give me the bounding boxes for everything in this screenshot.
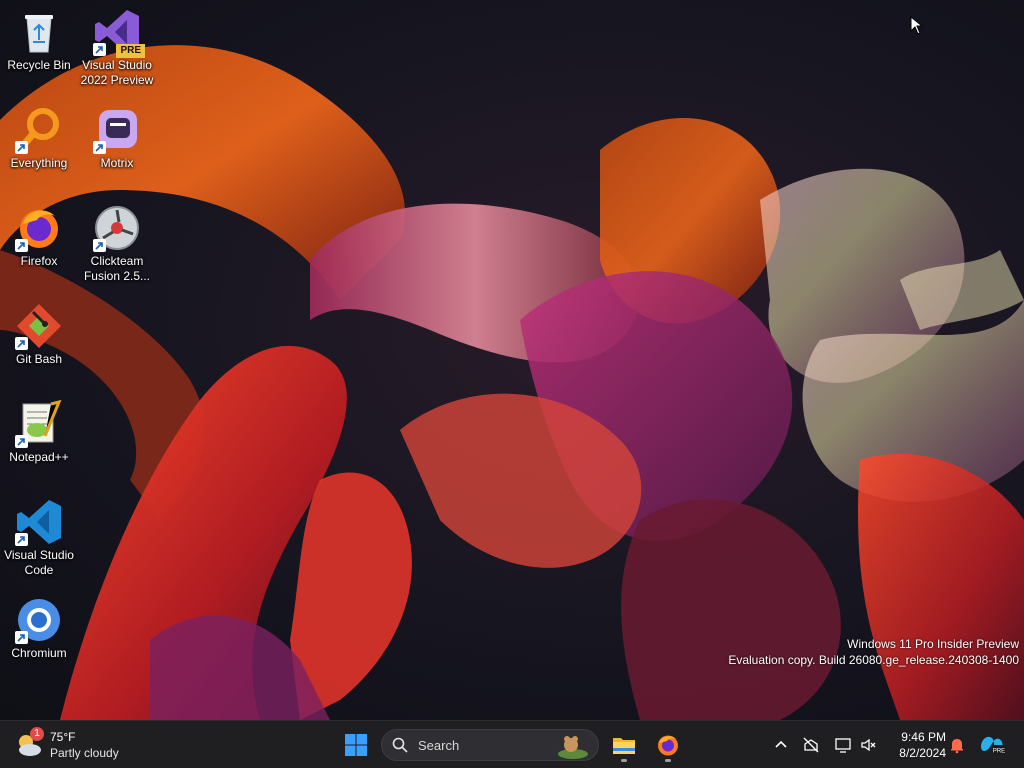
desktop-icon-label: Git Bash xyxy=(15,352,63,366)
shortcut-arrow-icon xyxy=(15,435,28,448)
taskbar-firefox[interactable] xyxy=(650,727,686,763)
display-tray-button[interactable] xyxy=(832,733,854,757)
desktop-icon-label: Everything xyxy=(10,156,68,170)
clock-date: 8/2/2024 xyxy=(899,746,946,760)
pre-badge: PRE xyxy=(116,44,145,58)
watermark-line-1: Windows 11 Pro Insider Preview xyxy=(847,637,1019,651)
shortcut-arrow-icon xyxy=(15,533,28,546)
running-indicator xyxy=(665,759,671,762)
copilot-button[interactable]: PRE xyxy=(978,733,1008,757)
desktop-icon-label: Recycle Bin xyxy=(7,58,71,72)
desktop-icon-firefox[interactable]: Firefox xyxy=(0,204,78,269)
desktop-icon-chromium[interactable]: Chromium xyxy=(0,596,78,661)
chevron-up-icon xyxy=(775,740,787,748)
weather-notification-badge: 1 xyxy=(30,727,44,741)
search-label: Search xyxy=(418,738,460,753)
weather-condition: Partly cloudy xyxy=(50,746,119,760)
shortcut-arrow-icon xyxy=(93,239,106,252)
desktop-icon-notepad-plus-plus[interactable]: Notepad++ xyxy=(0,399,78,465)
copilot-icon: PRE xyxy=(981,736,1006,755)
firefox-icon xyxy=(15,204,63,252)
visual-studio-preview-icon: PRE xyxy=(93,8,145,58)
motrix-icon xyxy=(93,106,141,154)
weather-temperature: 75°F xyxy=(50,730,76,744)
desktop-icon-clickteam-fusion[interactable]: Clickteam Fusion 2.5... xyxy=(78,204,156,284)
notepad-plus-plus-icon xyxy=(15,399,63,448)
firefox-icon xyxy=(658,735,678,756)
desktop-icon-label: Firefox xyxy=(20,254,58,268)
file-explorer-icon xyxy=(613,738,635,754)
shortcut-arrow-icon xyxy=(93,43,106,56)
display-icon xyxy=(835,738,851,753)
shortcut-arrow-icon xyxy=(15,239,28,252)
volume-tray-button[interactable] xyxy=(858,733,880,757)
network-off-icon xyxy=(803,737,819,753)
desktop-icon-label: Visual Studio Code xyxy=(4,548,74,577)
volume-muted-icon xyxy=(861,738,876,752)
shortcut-arrow-icon xyxy=(93,141,106,154)
chromium-icon xyxy=(15,596,63,644)
desktop-icon-vscode[interactable]: Visual Studio Code xyxy=(0,498,78,578)
clock-time: 9:46 PM xyxy=(901,730,946,744)
shortcut-arrow-icon xyxy=(15,631,28,644)
taskbar-search-box[interactable]: Search xyxy=(381,729,599,761)
everything-search-icon xyxy=(15,106,63,154)
mouse-cursor-icon xyxy=(910,16,924,35)
notification-center-button[interactable] xyxy=(946,733,968,757)
shortcut-arrow-icon xyxy=(15,141,28,154)
show-hidden-icons-button[interactable] xyxy=(770,733,792,757)
watermark-line-2: Evaluation copy. Build 26080.ge_release.… xyxy=(728,653,1019,667)
desktop-icon-everything[interactable]: Everything xyxy=(0,106,78,171)
git-bash-icon xyxy=(15,302,63,350)
taskbar: 1 75°F Partly cloudy Search 9:46 PM 8/2/… xyxy=(0,720,1024,768)
desktop-icon-label: Clickteam Fusion 2.5... xyxy=(83,254,151,283)
svg-text:PRE: PRE xyxy=(993,749,1005,755)
recycle-bin-icon xyxy=(15,8,63,56)
desktop[interactable]: Recycle Bin PRE Visual Studio 2022 Previ… xyxy=(0,0,1024,720)
desktop-icon-git-bash[interactable]: Git Bash xyxy=(0,302,78,367)
desktop-icon-recycle-bin[interactable]: Recycle Bin xyxy=(0,8,78,73)
evaluation-watermark: Windows 11 Pro Insider Preview Evaluatio… xyxy=(728,636,1019,668)
desktop-icon-label: Chromium xyxy=(11,646,67,660)
taskbar-clock[interactable]: 9:46 PM 8/2/2024 xyxy=(886,729,946,761)
desktop-icon-label: Motrix xyxy=(100,156,134,170)
search-icon xyxy=(392,737,408,753)
clickteam-fusion-icon xyxy=(93,204,141,252)
desktop-icon-label: Visual Studio 2022 Preview xyxy=(80,58,154,87)
desktop-icon-visual-studio-preview[interactable]: PRE Visual Studio 2022 Preview xyxy=(78,8,156,88)
search-highlight-icon xyxy=(558,736,588,759)
running-indicator xyxy=(621,759,627,762)
notification-bell-icon xyxy=(951,739,963,754)
taskbar-file-explorer[interactable] xyxy=(606,727,642,763)
start-button[interactable] xyxy=(338,727,374,763)
windows-logo-icon xyxy=(345,734,367,756)
shortcut-arrow-icon xyxy=(15,337,28,350)
vscode-icon xyxy=(15,498,63,546)
network-tray-button[interactable] xyxy=(800,733,822,757)
desktop-icon-label: Notepad++ xyxy=(9,450,69,464)
desktop-icon-motrix[interactable]: Motrix xyxy=(78,106,156,171)
